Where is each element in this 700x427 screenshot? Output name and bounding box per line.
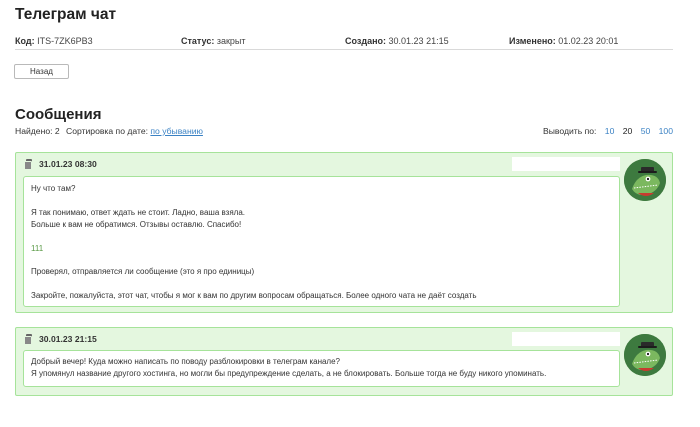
message-line: 111 <box>31 243 44 253</box>
messages-toolbar: Найдено: 2 Сортировка по дате: по убыван… <box>15 126 673 138</box>
crocodile-avatar-icon <box>624 159 666 201</box>
message-date: 31.01.23 08:30 <box>39 159 97 169</box>
back-button[interactable]: Назад <box>14 64 69 79</box>
meta-status: Статус: закрыт <box>181 36 246 46</box>
ticket-meta: Код: ITS-7ZK6PB3 Статус: закрыт Создано:… <box>15 36 673 50</box>
found-count: Найдено: 2 <box>15 126 60 136</box>
per-page-control: Выводить по: 10 20 50 100 <box>543 126 673 136</box>
message-card: 30.01.23 21:15 Добрый вечер! Куда можно … <box>15 327 673 396</box>
message-body: Добрый вечер! Куда можно написать по пов… <box>23 350 620 387</box>
message-author-strip <box>512 157 620 171</box>
message-line: Добрый вечер! Куда можно написать по пов… <box>31 357 340 366</box>
message-line: Проверял, отправляется ли сообщение (это… <box>31 267 255 277</box>
per-page-20[interactable]: 20 <box>623 126 633 136</box>
message-line: Закройте, пожалуйста, этот чат, чтобы я … <box>31 291 477 301</box>
message-author-strip <box>512 332 620 346</box>
message-header: 30.01.23 21:15 <box>24 333 97 345</box>
meta-created: Создано: 30.01.23 21:15 <box>345 36 449 46</box>
message-body: Ну что там? Я так понимаю, ответ ждать н… <box>23 176 620 307</box>
message-date: 30.01.23 21:15 <box>39 334 97 344</box>
message-line: Больше к вам не обратимся. Отзывы оставл… <box>31 219 242 229</box>
message-line <box>31 195 612 207</box>
message-card: 31.01.23 08:30 Ну что там? Я так понимаю… <box>15 152 673 313</box>
message-header: 31.01.23 08:30 <box>24 158 97 170</box>
message-line: Я упомянул название другого хостинга, но… <box>31 368 547 378</box>
copy-icon[interactable] <box>24 334 33 345</box>
per-page-10[interactable]: 10 <box>605 126 615 136</box>
message-line <box>31 254 612 266</box>
message-line <box>31 231 612 243</box>
meta-changed: Изменено: 01.02.23 20:01 <box>509 36 619 46</box>
messages-title: Сообщения <box>15 106 102 123</box>
message-line <box>31 278 612 290</box>
meta-code: Код: ITS-7ZK6PB3 <box>15 36 93 46</box>
meta-divider <box>15 49 673 50</box>
per-page-50[interactable]: 50 <box>641 126 651 136</box>
copy-icon[interactable] <box>24 159 33 170</box>
crocodile-avatar-icon <box>624 334 666 376</box>
message-line: Ну что там? <box>31 184 76 193</box>
message-line: Я так понимаю, ответ ждать не стоит. Лад… <box>31 207 246 217</box>
sort-control: Сортировка по дате: по убыванию <box>66 126 203 136</box>
sort-order-link[interactable]: по убыванию <box>150 126 203 136</box>
per-page-100[interactable]: 100 <box>659 126 673 136</box>
page-title: Телеграм чат <box>15 6 117 23</box>
